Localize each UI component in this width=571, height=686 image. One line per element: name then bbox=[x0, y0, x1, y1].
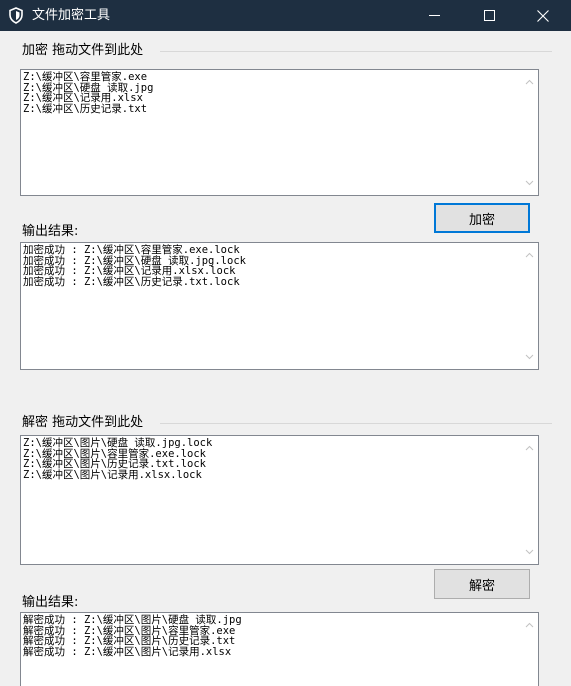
decrypt-input-text[interactable]: Z:\缓冲区\图片\硬盘 读取.jpg.lock Z:\缓冲区\图片\容里管家.… bbox=[23, 438, 520, 480]
encrypt-output-label: 输出结果: bbox=[22, 224, 79, 239]
encrypt-button[interactable]: 加密 bbox=[434, 203, 530, 233]
decrypt-output-box[interactable]: 解密成功 : Z:\缓冲区\图片\硬盘 读取.jpg 解密成功 : Z:\缓冲区… bbox=[20, 612, 539, 686]
decrypt-group-label: 解密 拖动文件到此处 bbox=[22, 415, 144, 430]
encrypt-input-box[interactable]: Z:\缓冲区\容里管家.exe Z:\缓冲区\硬盘 读取.jpg Z:\缓冲区\… bbox=[20, 69, 539, 196]
scroll-up-icon[interactable] bbox=[525, 251, 534, 260]
scroll-down-icon[interactable] bbox=[525, 352, 534, 361]
decrypt-input-box[interactable]: Z:\缓冲区\图片\硬盘 读取.jpg.lock Z:\缓冲区\图片\容里管家.… bbox=[20, 435, 539, 565]
encrypt-group-divider bbox=[160, 51, 552, 52]
encrypt-output-text[interactable]: 加密成功 : Z:\缓冲区\容里管家.exe.lock 加密成功 : Z:\缓冲… bbox=[23, 245, 520, 287]
decrypt-output-scrollbar[interactable] bbox=[521, 613, 538, 686]
encrypt-input-text[interactable]: Z:\缓冲区\容里管家.exe Z:\缓冲区\硬盘 读取.jpg Z:\缓冲区\… bbox=[23, 72, 520, 114]
scroll-down-icon[interactable] bbox=[525, 547, 534, 556]
encrypt-output-box[interactable]: 加密成功 : Z:\缓冲区\容里管家.exe.lock 加密成功 : Z:\缓冲… bbox=[20, 242, 539, 370]
scroll-up-icon[interactable] bbox=[525, 444, 534, 453]
minimize-icon bbox=[428, 15, 440, 16]
shield-icon bbox=[9, 7, 23, 24]
scroll-down-icon[interactable] bbox=[525, 178, 534, 187]
encrypt-output-scrollbar[interactable] bbox=[521, 243, 538, 369]
decrypt-output-label: 输出结果: bbox=[22, 595, 79, 610]
decrypt-group-divider bbox=[160, 423, 552, 424]
decrypt-input-scrollbar[interactable] bbox=[521, 436, 538, 564]
minimize-button[interactable] bbox=[411, 0, 457, 31]
main-window: 文件加密工具 加密 拖动文件到此处 Z:\缓冲区\容里管家.exe Z:\缓冲区… bbox=[0, 0, 571, 686]
decrypt-button[interactable]: 解密 bbox=[434, 569, 530, 599]
maximize-icon bbox=[483, 10, 495, 21]
close-button[interactable] bbox=[520, 0, 566, 31]
encrypt-input-scrollbar[interactable] bbox=[521, 70, 538, 195]
scroll-up-icon[interactable] bbox=[525, 78, 534, 87]
maximize-button[interactable] bbox=[466, 0, 512, 31]
title-bar[interactable]: 文件加密工具 bbox=[0, 0, 571, 31]
scroll-up-icon[interactable] bbox=[525, 621, 534, 630]
window-title: 文件加密工具 bbox=[32, 8, 111, 23]
close-icon bbox=[537, 9, 549, 22]
decrypt-output-text[interactable]: 解密成功 : Z:\缓冲区\图片\硬盘 读取.jpg 解密成功 : Z:\缓冲区… bbox=[23, 615, 520, 657]
encrypt-group-label: 加密 拖动文件到此处 bbox=[22, 43, 144, 58]
